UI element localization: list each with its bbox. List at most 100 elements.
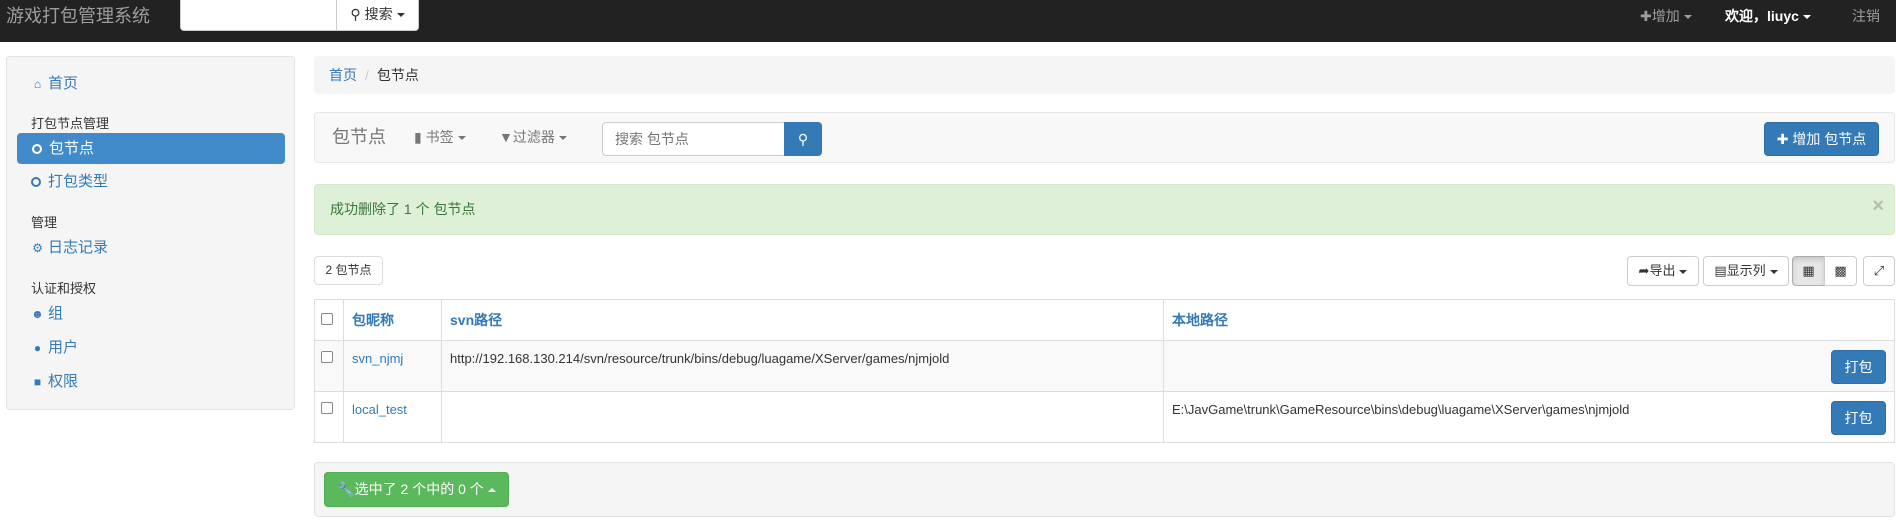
breadcrumb-home[interactable]: 首页 (329, 67, 357, 83)
table-row: svn_njmj http://192.168.130.214/svn/reso… (314, 340, 1895, 392)
breadcrumb: 首页 / 包节点 (314, 56, 1895, 94)
user-icon: ● (33, 341, 42, 355)
svn-cell (441, 391, 1164, 443)
filter-menu[interactable]: ▼过滤器 (499, 113, 567, 162)
logout-link[interactable]: 注销 (1852, 0, 1880, 34)
actions-panel: 🔧选中了 2 个中的 0 个 (314, 462, 1895, 517)
filter-icon: ▼ (499, 129, 513, 145)
sidebar-item-label: 打包类型 (48, 173, 109, 190)
local-cell: E:\JavGame\trunk\GameResource\bins\debug… (1163, 391, 1895, 443)
selection-label: 选中了 2 个中的 0 个 (354, 481, 484, 497)
list-icon: ▤ (1714, 263, 1727, 278)
search-icon: ⚲ (350, 6, 361, 22)
wrench-icon: 🔧 (337, 481, 355, 497)
expand-icon: ⤢ (1873, 263, 1885, 278)
row-select-cell (314, 391, 344, 443)
user-menu[interactable]: 欢迎，liuyc (1725, 0, 1811, 34)
navbar-add-menu[interactable]: ✚增加 (1640, 0, 1692, 34)
home-icon: ⌂ (33, 77, 42, 91)
alert-message: 成功删除了 1 个 包节点 (330, 201, 476, 217)
name-cell: svn_njmj (343, 340, 442, 392)
select-all-checkbox[interactable] (321, 313, 333, 325)
fullscreen-button[interactable]: ⤢ (1863, 256, 1895, 286)
column-header-svn[interactable]: svn路径 (441, 299, 1164, 341)
navbar-search-input[interactable] (180, 0, 336, 31)
th-icon: ▩ (1834, 263, 1847, 278)
result-count: 2 包节点 (314, 256, 383, 285)
svn-cell: http://192.168.130.214/svn/resource/trun… (441, 340, 1164, 392)
navbar-add-label: 增加 (1651, 8, 1680, 24)
gear-icon: ⚙ (32, 241, 43, 255)
bookmark-menu[interactable]: ▮ 书签 (414, 113, 466, 162)
chevron-up-icon (487, 488, 496, 493)
row-select-cell (314, 340, 344, 392)
sidebar-item-label: 包节点 (49, 140, 95, 157)
top-navbar: 游戏打包管理系统 ⚲ 搜索 ✚增加 欢迎，liuyc 注销 (0, 0, 1896, 42)
filter-label: 过滤器 (512, 129, 555, 145)
table-row: local_test E:\JavGame\trunk\GameResource… (314, 391, 1895, 443)
sidebar-section-admin: 管理 (31, 215, 58, 230)
local-cell: 打包 (1163, 340, 1895, 392)
grid-view-button[interactable]: ▦ (1792, 256, 1825, 286)
export-label: 导出 (1649, 263, 1676, 278)
package-name-link[interactable]: local_test (352, 402, 407, 417)
chevron-down-icon (457, 136, 466, 141)
row-checkbox[interactable] (321, 351, 333, 363)
chevron-down-icon (1679, 269, 1688, 274)
sidebar-item-package-node[interactable]: 包节点 (17, 133, 285, 164)
pack-button[interactable]: 打包 (1831, 350, 1886, 384)
circle-icon (32, 144, 42, 154)
chevron-down-icon (396, 13, 405, 18)
row-checkbox[interactable] (321, 402, 333, 414)
table-header-row: 包昵称 svn路径 本地路径 (314, 299, 1895, 341)
chevron-down-icon (1769, 269, 1778, 274)
circle-icon (31, 177, 41, 187)
sidebar-item-label: 组 (48, 305, 64, 322)
sidebar-item-label: 用户 (48, 339, 79, 356)
add-package-node-button[interactable]: ✚ 增加 包节点 (1764, 122, 1879, 156)
sidebar: ⌂ 首页 打包节点管理 包节点 打包类型 管理 ⚙ 日志记录 认证和授权 ☻ 组 ● 用… (6, 56, 295, 410)
sidebar-item-group[interactable]: ☻ 组 (30, 299, 63, 329)
sidebar-item-label: 权限 (48, 373, 79, 390)
breadcrumb-current: 包节点 (376, 67, 419, 83)
select-all-cell (314, 299, 344, 341)
bulk-actions-button[interactable]: 🔧选中了 2 个中的 0 个 (324, 472, 509, 507)
sidebar-item-home[interactable]: ⌂ 首页 (30, 69, 78, 99)
brand-title[interactable]: 游戏打包管理系统 (6, 0, 150, 42)
column-header-local[interactable]: 本地路径 (1163, 299, 1895, 341)
bookmark-label: 书签 (425, 129, 454, 145)
breadcrumb-separator: / (365, 67, 369, 83)
sidebar-item-user[interactable]: ● 用户 (30, 333, 78, 363)
sidebar-section-auth: 认证和授权 (31, 281, 97, 296)
list-toolbar: 包节点 ▮ 书签 ▼过滤器 ⚲ ✚ 增加 包节点 (314, 112, 1895, 163)
success-alert: 成功删除了 1 个 包节点 × (314, 184, 1895, 235)
columns-label: 显示列 (1726, 263, 1766, 278)
chevron-down-icon (558, 136, 567, 141)
plus-icon: ✚ (1640, 8, 1652, 24)
lock-icon: ■ (33, 375, 42, 389)
chevron-down-icon (1802, 15, 1811, 20)
pack-button[interactable]: 打包 (1831, 401, 1886, 435)
column-header-name[interactable]: 包昵称 (343, 299, 442, 341)
search-input[interactable] (602, 122, 785, 156)
sidebar-item-package-type[interactable]: 打包类型 (31, 167, 108, 197)
export-button[interactable]: ➦导出 (1627, 256, 1699, 286)
list-view-button[interactable]: ▩ (1824, 256, 1857, 286)
chevron-down-icon (1683, 15, 1692, 20)
close-icon[interactable]: × (1872, 185, 1884, 227)
package-node-table: 包昵称 svn路径 本地路径 svn_njmj http://192.168.1… (314, 299, 1895, 443)
search-button[interactable]: ⚲ (784, 122, 822, 156)
columns-button[interactable]: ▤显示列 (1703, 256, 1789, 286)
package-name-link[interactable]: svn_njmj (352, 351, 403, 366)
plus-icon: ✚ (1776, 131, 1789, 147)
navbar-search-label: 搜索 (364, 6, 393, 22)
search-icon: ⚲ (797, 131, 809, 147)
navbar-search-button[interactable]: ⚲ 搜索 (336, 0, 419, 31)
grid-icon: ▦ (1802, 263, 1815, 278)
book-icon: ▮ (414, 129, 422, 145)
sidebar-item-permission[interactable]: ■ 权限 (30, 367, 78, 397)
share-icon: ➦ (1638, 263, 1650, 278)
sidebar-item-label: 日志记录 (48, 239, 109, 256)
sidebar-item-log[interactable]: ⚙ 日志记录 (30, 233, 108, 263)
page-title: 包节点 (332, 127, 386, 147)
